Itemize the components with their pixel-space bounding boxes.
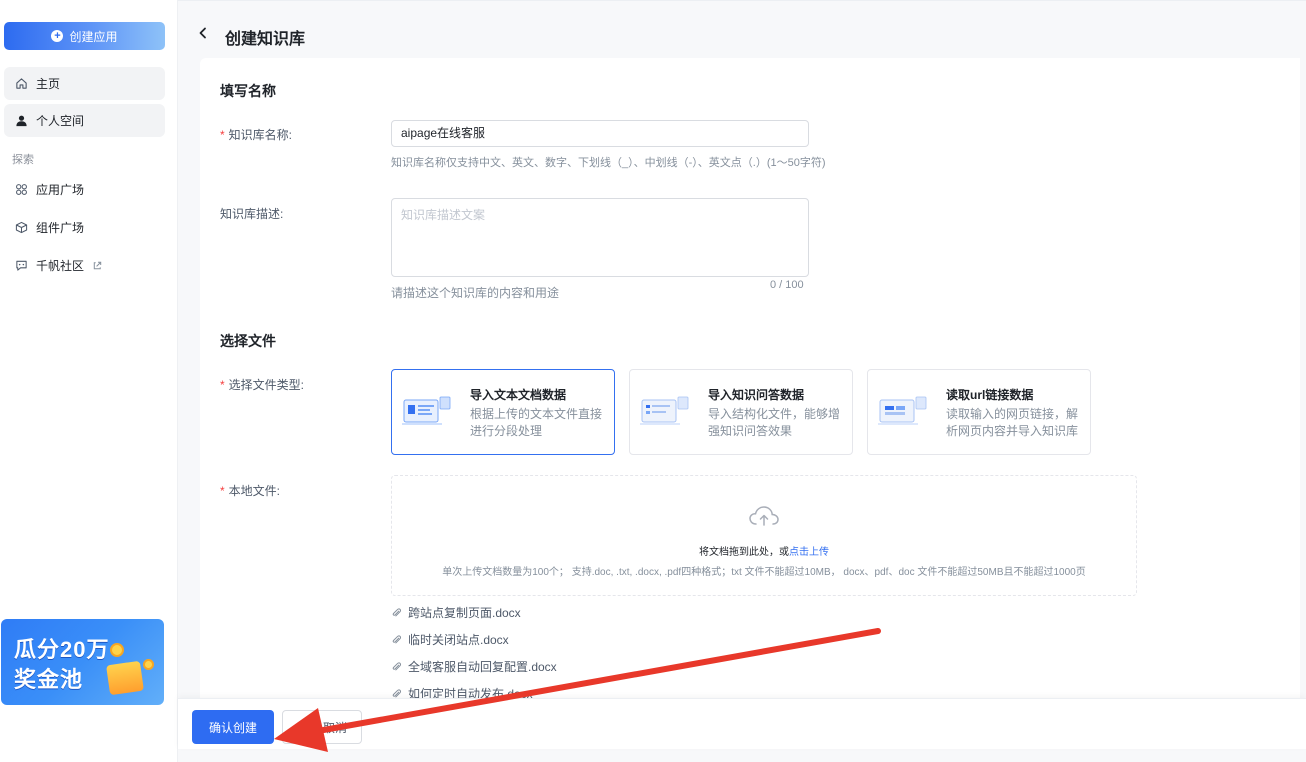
sidebar-item-component-plaza[interactable]: 组件广场: [4, 211, 165, 244]
document-illustration-icon: [402, 396, 451, 425]
kb-desc-hint: 请描述这个知识库的内容和用途: [391, 286, 560, 300]
file-type-title: 读取url链接数据: [946, 388, 1034, 402]
kb-name-input[interactable]: aipage在线客服: [391, 120, 809, 147]
main-area: 创建知识库 填写名称 * 知识库名称: aipage在线客服 知识库名称仅支持中文…: [178, 0, 1306, 762]
file-type-label: * 选择文件类型:: [220, 376, 304, 393]
sidebar-item-app-plaza[interactable]: 应用广场: [4, 173, 165, 206]
upload-dropzone[interactable]: 将文档拖到此处，或点击上传 单次上传文档数量为100个； 支持.doc, .tx…: [391, 475, 1137, 596]
file-type-desc: 根据上传的文本文件直接进行分段处理: [470, 407, 603, 438]
name-section-title: 填写名称: [220, 83, 276, 99]
file-section-title: 选择文件: [220, 333, 276, 349]
chat-icon: [16, 260, 27, 271]
cloud-upload-icon: [749, 506, 779, 526]
local-file-label-text: 本地文件:: [228, 484, 281, 498]
create-app-label: 创建应用: [69, 29, 118, 44]
user-icon: [16, 115, 27, 127]
plus-icon: +: [51, 30, 64, 42]
file-name: 全域客服自动回复配置.docx: [408, 660, 557, 674]
kb-name-hint: 知识库名称仅支持中文、英文、数字、下划线（_）、中划线（-）、英文点（.）(1～…: [391, 157, 826, 169]
kb-name-label-text: 知识库名称:: [228, 128, 293, 142]
file-type-card-url[interactable]: 读取url链接数据 读取输入的网页链接，解析网页内容并导入知识库: [867, 369, 1091, 455]
file-type-card-text[interactable]: 导入文本文档数据 根据上传的文本文件直接进行分段处理: [391, 369, 615, 455]
sidebar-item-label: 个人空间: [36, 114, 85, 128]
file-type-title: 导入文本文档数据: [470, 388, 567, 402]
promo-line-2: 奖金池: [14, 667, 84, 692]
paperclip-icon: [392, 607, 402, 616]
external-link-icon: [93, 261, 102, 270]
click-upload-link[interactable]: 点击上传: [789, 547, 829, 558]
required-mark: *: [220, 378, 225, 392]
coin-icon: [110, 643, 124, 657]
local-file-label: * 本地文件:: [220, 482, 280, 499]
page-title: 创建知识库: [225, 31, 306, 48]
upload-drag-text: 将文档拖到此处，或: [699, 547, 789, 558]
required-mark: *: [220, 484, 225, 498]
file-type-title: 导入知识问答数据: [708, 388, 805, 402]
kb-desc-counter: 0 / 100: [770, 279, 804, 291]
create-app-button[interactable]: + 创建应用: [4, 22, 165, 50]
required-mark: *: [220, 128, 225, 142]
qa-illustration-icon: [640, 396, 689, 425]
url-illustration-icon: [878, 396, 927, 425]
kb-desc-label: 知识库描述:: [220, 207, 284, 221]
back-arrow-icon[interactable]: [198, 27, 208, 39]
promo-line-1: 瓜分20万: [14, 637, 110, 662]
sidebar-item-label: 组件广场: [36, 221, 85, 235]
sidebar: + 创建应用 主页 个人空间 探索 应用广场 组件广场 千帆社区 瓜分20万 奖…: [0, 0, 178, 762]
file-list-item[interactable]: 跨站点复制页面.docx: [391, 604, 521, 621]
gift-box-icon: [106, 660, 144, 696]
kb-desc-textarea[interactable]: 知识库描述文案: [391, 198, 809, 277]
sidebar-item-label: 千帆社区: [36, 259, 85, 273]
cube-icon: [15, 221, 28, 234]
file-name: 跨站点复制页面.docx: [408, 606, 521, 620]
file-type-label-text: 选择文件类型:: [228, 378, 305, 392]
file-list-item[interactable]: 全域客服自动回复配置.docx: [391, 658, 557, 675]
home-icon: [16, 78, 27, 89]
file-name: 临时关闭站点.docx: [408, 633, 509, 647]
cancel-button[interactable]: 取消: [282, 710, 362, 744]
sidebar-item-personal-space[interactable]: 个人空间: [4, 104, 165, 137]
upload-requirements: 单次上传文档数量为100个； 支持.doc, .txt, .docx, .pdf…: [442, 567, 1086, 578]
apps-grid-icon: [16, 184, 27, 195]
sidebar-item-home[interactable]: 主页: [4, 67, 165, 100]
sidebar-item-label: 主页: [36, 77, 61, 91]
file-type-card-qa[interactable]: 导入知识问答数据 导入结构化文件，能够增强知识问答效果: [629, 369, 853, 455]
kb-name-label: * 知识库名称:: [220, 126, 292, 143]
upload-main-text: 将文档拖到此处，或点击上传: [392, 543, 1136, 558]
paperclip-icon: [392, 661, 402, 670]
file-list-item[interactable]: 临时关闭站点.docx: [391, 631, 509, 648]
footer-actions: 确认创建 取消: [178, 698, 1306, 749]
confirm-create-button[interactable]: 确认创建: [192, 710, 274, 744]
create-form: 填写名称 * 知识库名称: aipage在线客服 知识库名称仅支持中文、英文、数字…: [200, 58, 1300, 701]
sidebar-item-label: 应用广场: [36, 183, 85, 197]
sidebar-item-community[interactable]: 千帆社区: [4, 249, 165, 282]
file-type-desc: 导入结构化文件，能够增强知识问答效果: [708, 407, 841, 438]
page-header: 创建知识库: [178, 0, 1306, 58]
promo-banner[interactable]: 瓜分20万 奖金池: [1, 619, 164, 705]
explore-section-label: 探索: [12, 154, 34, 166]
file-type-desc: 读取输入的网页链接，解析网页内容并导入知识库: [946, 407, 1079, 438]
coin-icon: [143, 659, 154, 670]
paperclip-icon: [392, 634, 402, 643]
